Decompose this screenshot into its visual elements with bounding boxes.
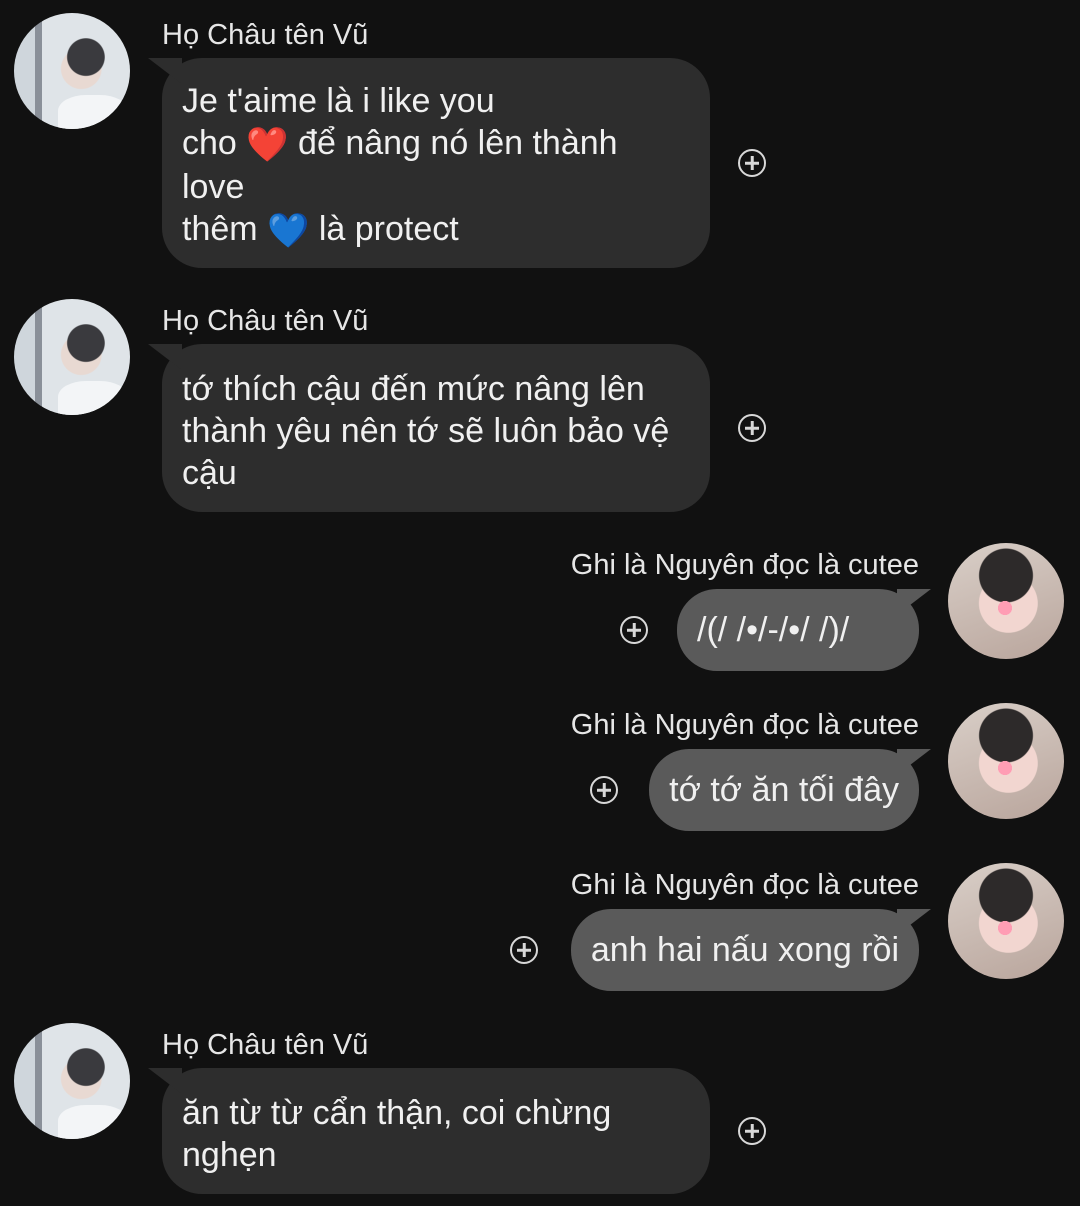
- chat-thread: Họ Châu tên Vũ Je t'aime là i like you c…: [0, 0, 1080, 1206]
- message-line: thêm 💙 là protect: [182, 210, 459, 251]
- message-bubble-incoming[interactable]: Je t'aime là i like you cho ❤️ để nâng n…: [162, 58, 710, 268]
- sender-name: Họ Châu tên Vũ: [162, 19, 369, 51]
- avatar-self[interactable]: [948, 863, 1064, 979]
- sender-name: Họ Châu tên Vũ: [162, 1029, 369, 1061]
- message-bubble-outgoing[interactable]: tớ tớ ăn tối đây: [649, 749, 919, 831]
- message-line: nghẹn: [182, 1136, 277, 1174]
- message-bubble-outgoing[interactable]: /(/ /•/-/•/ /)/: [677, 589, 919, 671]
- message-line: thành yêu nên tớ sẽ luôn bảo vệ: [182, 412, 670, 450]
- message-line: anh hai nấu xong rồi: [590, 931, 899, 969]
- sender-name: Ghi là Nguyên đọc là cutee: [570, 869, 919, 901]
- avatar-self[interactable]: [948, 703, 1064, 819]
- add-reaction-icon[interactable]: [738, 149, 766, 177]
- sender-name: Ghi là Nguyên đọc là cutee: [570, 549, 919, 581]
- message-line: Je t'aime là i like you: [182, 82, 495, 120]
- message-line: tớ tớ ăn tối đây: [669, 771, 899, 809]
- message-bubble-outgoing[interactable]: anh hai nấu xong rồi: [570, 909, 919, 991]
- add-reaction-icon[interactable]: [738, 414, 766, 442]
- add-reaction-icon[interactable]: [590, 776, 618, 804]
- avatar-self[interactable]: [948, 543, 1064, 659]
- sender-name: Ghi là Nguyên đọc là cutee: [570, 709, 919, 741]
- message-bubble-incoming[interactable]: tớ thích cậu đến mức nâng lên thành yêu …: [162, 344, 710, 512]
- avatar-contact[interactable]: [14, 13, 130, 129]
- avatar-contact[interactable]: [14, 1023, 130, 1139]
- sender-name: Họ Châu tên Vũ: [162, 305, 369, 337]
- message-line: cho ❤️ để nâng nó lên thành: [182, 124, 618, 165]
- message-line: ăn từ từ cẩn thận, coi chừng: [182, 1094, 612, 1132]
- message-line: love: [182, 168, 245, 207]
- red-heart-icon: ❤️: [246, 126, 289, 165]
- message-line: tớ thích cậu đến mức nâng lên: [182, 370, 645, 408]
- blue-heart-icon: 💙: [267, 212, 310, 251]
- avatar-contact[interactable]: [14, 299, 130, 415]
- message-bubble-incoming[interactable]: ăn từ từ cẩn thận, coi chừng nghẹn: [162, 1068, 710, 1194]
- message-line: cậu: [182, 454, 237, 492]
- add-reaction-icon[interactable]: [510, 936, 538, 964]
- add-reaction-icon[interactable]: [738, 1117, 766, 1145]
- add-reaction-icon[interactable]: [620, 616, 648, 644]
- message-line: /(/ /•/-/•/ /)/: [697, 611, 850, 649]
